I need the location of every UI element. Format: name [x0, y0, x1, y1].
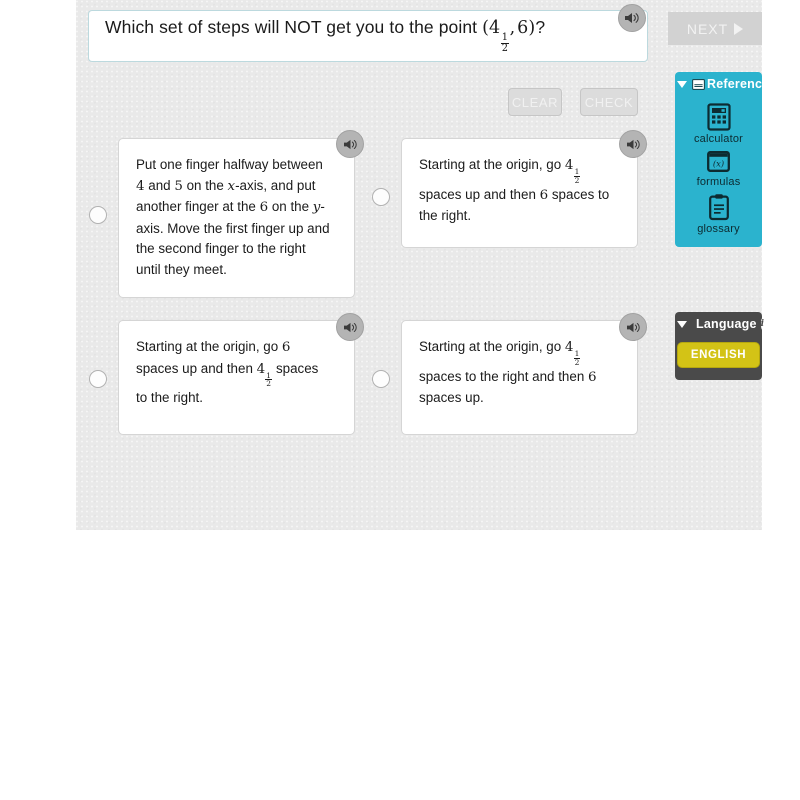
- formulas-icon: (x): [707, 151, 730, 172]
- fraction: 12: [573, 349, 581, 367]
- language-body: ENGLISH: [675, 336, 762, 380]
- fraction-numerator: 1: [574, 167, 580, 177]
- language-header[interactable]: Language i: [675, 312, 765, 336]
- calculator-icon: [706, 103, 731, 131]
- option-card-2[interactable]: Starting at the origin, go 412 spaces up…: [401, 138, 638, 248]
- option-card-3[interactable]: Starting at the origin, go 6 spaces up a…: [118, 320, 355, 435]
- point-numerator: 1: [501, 32, 509, 44]
- chevron-down-icon: [677, 320, 687, 328]
- fraction-denominator: 2: [265, 379, 272, 389]
- next-button-label: NEXT: [686, 20, 729, 37]
- fraction: 12: [573, 167, 581, 185]
- option-text-3: Starting at the origin, go 6 spaces up a…: [136, 339, 319, 406]
- fraction-numerator: 1: [266, 370, 272, 380]
- math-variable: y: [312, 200, 321, 215]
- point-whole: 4: [489, 18, 501, 39]
- math-number: 6: [539, 187, 549, 203]
- math-variable: x: [227, 178, 236, 194]
- option-card-1[interactable]: Put one finger halfway between 4 and 5 o…: [118, 138, 355, 298]
- next-button[interactable]: NEXT: [668, 12, 762, 45]
- radio-option-4[interactable]: [372, 370, 390, 388]
- question-prefix: Which set of steps will NOT get you to t…: [105, 17, 483, 38]
- speaker-icon-option-3[interactable]: [336, 313, 364, 341]
- glossary-icon: [708, 194, 729, 221]
- option-text-1: Put one finger halfway between 4 and 5 o…: [136, 157, 330, 277]
- fraction: 12: [265, 370, 272, 389]
- speaker-icon-option-1[interactable]: [336, 130, 364, 158]
- speaker-icon-option-4[interactable]: [619, 313, 647, 341]
- reference-label-formulas: formulas: [696, 176, 741, 188]
- language-english-button[interactable]: ENGLISH: [676, 342, 761, 368]
- reference-header[interactable]: Reference: [675, 72, 769, 96]
- radio-option-2[interactable]: [372, 188, 390, 206]
- math-number: 6: [259, 200, 269, 215]
- option-text-4: Starting at the origin, go 412 spaces to…: [419, 339, 597, 406]
- chevron-down-icon: [677, 80, 687, 88]
- reference-item-glossary[interactable]: glossary: [675, 190, 762, 237]
- language-section: Language i ENGLISH: [675, 312, 765, 380]
- question-box: Which set of steps will NOT get you to t…: [88, 10, 648, 62]
- fraction-denominator: 2: [573, 357, 581, 367]
- math-number: 4: [136, 178, 145, 194]
- clear-button[interactable]: CLEAR: [508, 88, 562, 116]
- info-icon[interactable]: i: [760, 318, 765, 330]
- reference-item-formulas[interactable]: (x) formulas: [675, 147, 762, 190]
- check-button[interactable]: CHECK: [580, 88, 638, 116]
- math-number: 5: [174, 178, 183, 194]
- question-suffix: ?: [535, 17, 546, 38]
- speaker-icon-question[interactable]: [618, 4, 646, 32]
- language-title: Language: [696, 317, 757, 331]
- reference-items: calculator (x) formulas glossary: [675, 96, 762, 247]
- math-number: 6: [281, 340, 291, 355]
- radio-option-3[interactable]: [89, 370, 107, 388]
- reference-book-icon: [692, 78, 705, 90]
- question-text: Which set of steps will NOT get you to t…: [89, 17, 561, 54]
- math-number: 6: [588, 369, 597, 385]
- option-card-4[interactable]: Starting at the origin, go 412 spaces to…: [401, 320, 638, 435]
- play-triangle-icon: [734, 22, 744, 35]
- radio-option-1[interactable]: [89, 206, 107, 224]
- reference-label-calculator: calculator: [693, 133, 744, 145]
- fraction-numerator: 1: [574, 349, 580, 359]
- screen: Which set of steps will NOT get you to t…: [0, 0, 800, 800]
- mixed-whole: 4: [256, 361, 266, 377]
- reference-title: Reference: [707, 77, 770, 91]
- reference-item-calculator[interactable]: calculator: [675, 100, 762, 147]
- point-fraction: 12: [500, 32, 510, 55]
- point-denominator: 2: [500, 43, 510, 55]
- speaker-icon-option-2[interactable]: [619, 130, 647, 158]
- fraction-denominator: 2: [573, 175, 581, 185]
- reference-label-glossary: glossary: [697, 223, 740, 235]
- mixed-whole: 4: [564, 340, 574, 355]
- point-y: 6: [517, 18, 529, 39]
- mixed-whole: 4: [564, 158, 574, 173]
- option-text-2: Starting at the origin, go 412 spaces up…: [419, 157, 610, 224]
- reference-section: Reference calculator (x) formulas glossa…: [675, 72, 769, 247]
- svg-text:(x): (x): [713, 159, 724, 169]
- question-point: (4 1 2, 6): [482, 18, 536, 55]
